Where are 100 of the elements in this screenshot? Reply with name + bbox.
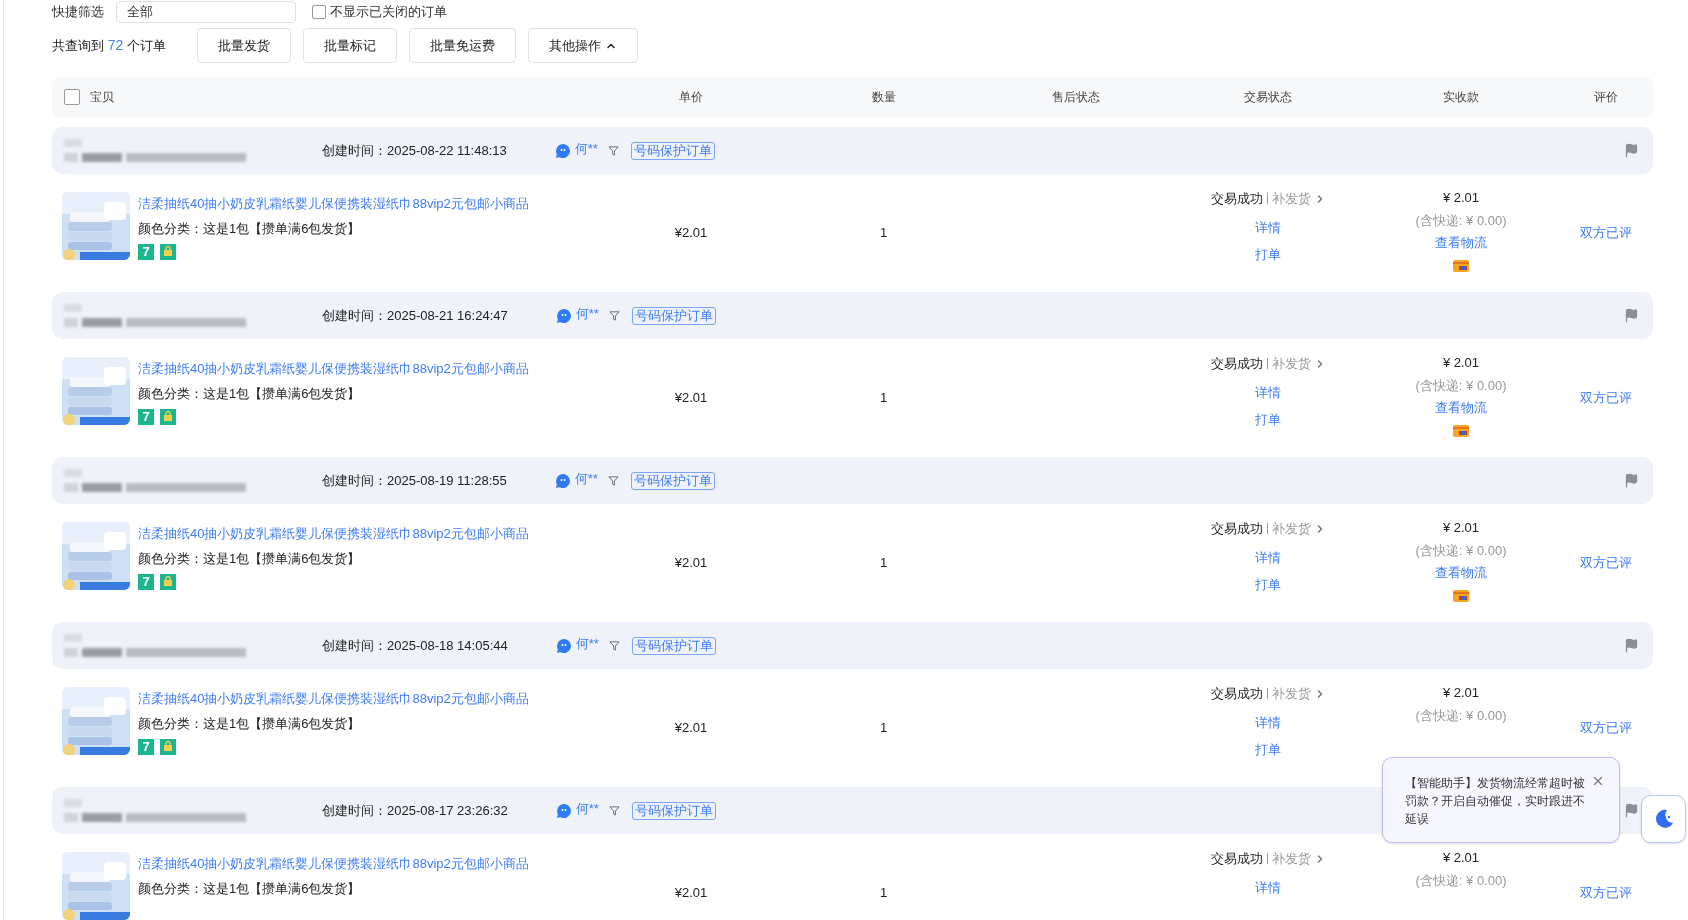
product-title-link[interactable]: 洁柔抽纸40抽小奶皮乳霜纸婴儿保便携装湿纸巾88vip2元包邮小商品 — [138, 359, 529, 379]
quantity: 1 — [879, 554, 888, 573]
review-status-link[interactable]: 双方已评 — [1579, 223, 1632, 243]
logistics-link[interactable]: 查看物流 — [1435, 563, 1487, 583]
order-action-link[interactable]: 详情 — [1255, 712, 1281, 732]
unit-price: ¥2.01 — [674, 719, 708, 738]
order-action-link[interactable]: 详情 — [1255, 877, 1281, 897]
card-icon[interactable] — [1453, 259, 1469, 272]
hide-closed-checkbox[interactable] — [312, 5, 326, 19]
product-variant: 颜色分类：这是1包【攒单满6包发货】 — [138, 219, 362, 238]
batch-action-button[interactable]: 批量标记 — [302, 28, 397, 63]
resend-link[interactable]: 补发货 — [1271, 684, 1326, 704]
order-action-link[interactable]: 打单 — [1255, 245, 1281, 265]
logistics-link[interactable]: 查看物流 — [1435, 233, 1487, 253]
product-variant: 颜色分类：这是1包【攒单满6包发货】 — [138, 384, 362, 403]
column-header: 评价 — [1593, 89, 1618, 106]
created-time: 创建时间：2025-08-18 14:05:44 — [322, 636, 508, 655]
chat-bubble-icon[interactable] — [554, 142, 571, 159]
filter-icon[interactable] — [608, 640, 620, 651]
product-title-link[interactable]: 洁柔抽纸40抽小奶皮乳霜纸婴儿保便携装湿纸巾88vip2元包邮小商品 — [138, 524, 529, 544]
chat-bubble-icon[interactable] — [554, 472, 571, 489]
buyer-name[interactable]: 何** — [575, 633, 599, 654]
quantity: 1 — [879, 389, 888, 408]
chat-bubble-icon[interactable] — [555, 637, 572, 654]
message-filter-select[interactable]: 全部 — [116, 1, 296, 23]
chat-bubble-icon[interactable] — [555, 307, 572, 324]
card-icon[interactable] — [1453, 424, 1469, 437]
column-header: 宝贝 — [90, 89, 114, 106]
buyer-name[interactable]: 何** — [574, 468, 598, 489]
received-amount: ¥ 2.01 — [1442, 189, 1480, 207]
hide-closed-label: 不显示已关闭的订单 — [330, 3, 447, 22]
product-variant: 颜色分类：这是1包【攒单满6包发货】 — [138, 549, 362, 568]
card-icon[interactable] — [1453, 589, 1469, 602]
buyer-name[interactable]: 何** — [574, 138, 598, 159]
close-icon[interactable] — [1591, 774, 1605, 788]
logistics-link[interactable]: 查看物流 — [1435, 398, 1487, 418]
phone-protection-tag: 号码保护订单 — [630, 471, 715, 490]
order-action-link[interactable]: 打单 — [1255, 410, 1281, 430]
trade-status: 交易成功 — [1210, 520, 1263, 538]
order-action-link[interactable]: 详情 — [1255, 547, 1281, 567]
phone-protection-tag: 号码保护订单 — [630, 141, 715, 160]
shipping-fee: (含快递: ¥ 0.00) — [1415, 211, 1507, 230]
product-title-link[interactable]: 洁柔抽纸40抽小奶皮乳霜纸婴儿保便携装湿纸巾88vip2元包邮小商品 — [138, 689, 529, 709]
received-amount: ¥ 2.01 — [1442, 684, 1480, 702]
return-policy-badge: 7 — [138, 409, 154, 425]
select-all-checkbox[interactable] — [64, 89, 80, 105]
review-status-link[interactable]: 双方已评 — [1579, 553, 1632, 573]
resend-link[interactable]: 补发货 — [1271, 849, 1326, 869]
phone-protection-tag: 号码保护订单 — [631, 306, 716, 325]
buyer-name[interactable]: 何** — [575, 303, 599, 324]
flag-icon[interactable] — [1624, 473, 1639, 488]
assistant-button[interactable] — [1641, 795, 1686, 843]
review-status-link[interactable]: 双方已评 — [1579, 883, 1632, 903]
product-title-link[interactable]: 洁柔抽纸40抽小奶皮乳霜纸婴儿保便携装湿纸巾88vip2元包邮小商品 — [138, 854, 529, 874]
flag-icon[interactable] — [1624, 143, 1639, 158]
created-time: 创建时间：2025-08-17 23:26:32 — [322, 801, 508, 820]
quantity: 1 — [879, 224, 888, 243]
shipping-fee: (含快递: ¥ 0.00) — [1415, 706, 1507, 725]
order-action-link[interactable]: 打单 — [1255, 740, 1281, 760]
resend-link[interactable]: 补发货 — [1271, 519, 1326, 539]
filter-icon[interactable] — [608, 310, 620, 321]
created-time: 创建时间：2025-08-22 11:48:13 — [322, 141, 507, 160]
flag-icon[interactable] — [1624, 638, 1639, 653]
chat-bubble-icon[interactable] — [555, 802, 572, 819]
filter-icon[interactable] — [607, 145, 619, 156]
resend-link[interactable]: 补发货 — [1271, 354, 1326, 374]
order-action-link[interactable]: 详情 — [1255, 382, 1281, 402]
product-variant: 颜色分类：这是1包【攒单满6包发货】 — [138, 714, 362, 733]
review-status-link[interactable]: 双方已评 — [1579, 388, 1632, 408]
created-time: 创建时间：2025-08-19 11:28:55 — [322, 471, 507, 490]
flag-icon[interactable] — [1624, 308, 1639, 323]
order-action-link[interactable]: 详情 — [1255, 217, 1281, 237]
review-status-link[interactable]: 双方已评 — [1579, 718, 1632, 738]
batch-action-button[interactable]: 批量发货 — [196, 28, 291, 63]
product-title-link[interactable]: 洁柔抽纸40抽小奶皮乳霜纸婴儿保便携装湿纸巾88vip2元包邮小商品 — [138, 194, 529, 214]
filter-icon[interactable] — [607, 475, 619, 486]
return-policy-badge: 7 — [138, 574, 154, 590]
assistant-message: 【智能助手】发货物流经常超时被罚款？开启自动催促，实时跟进不延误 — [1405, 775, 1586, 828]
more-actions-button[interactable]: 其他操作 — [527, 28, 638, 63]
created-time: 创建时间：2025-08-21 16:24:47 — [322, 306, 508, 325]
unit-price: ¥2.01 — [674, 884, 708, 903]
column-header: 数量 — [871, 89, 896, 106]
trade-status: 交易成功 — [1210, 190, 1263, 208]
shipping-fee: (含快递: ¥ 0.00) — [1415, 541, 1507, 560]
received-amount: ¥ 2.01 — [1442, 519, 1480, 537]
unit-price: ¥2.01 — [674, 554, 708, 573]
trade-status: 交易成功 — [1210, 355, 1263, 373]
batch-action-button[interactable]: 批量免运费 — [408, 28, 516, 63]
flag-icon[interactable] — [1624, 803, 1639, 818]
phone-protection-tag: 号码保护订单 — [631, 801, 716, 820]
order-action-link[interactable]: 打单 — [1255, 575, 1281, 595]
quantity: 1 — [879, 719, 888, 738]
filter-icon[interactable] — [608, 805, 620, 816]
return-policy-badge: 7 — [138, 244, 154, 260]
buyer-name[interactable]: 何** — [575, 798, 599, 819]
unit-price: ¥2.01 — [674, 389, 708, 408]
resend-link[interactable]: 补发货 — [1271, 189, 1326, 209]
received-amount: ¥ 2.01 — [1442, 849, 1480, 867]
trade-status: 交易成功 — [1210, 850, 1263, 868]
trade-status: 交易成功 — [1210, 685, 1263, 703]
